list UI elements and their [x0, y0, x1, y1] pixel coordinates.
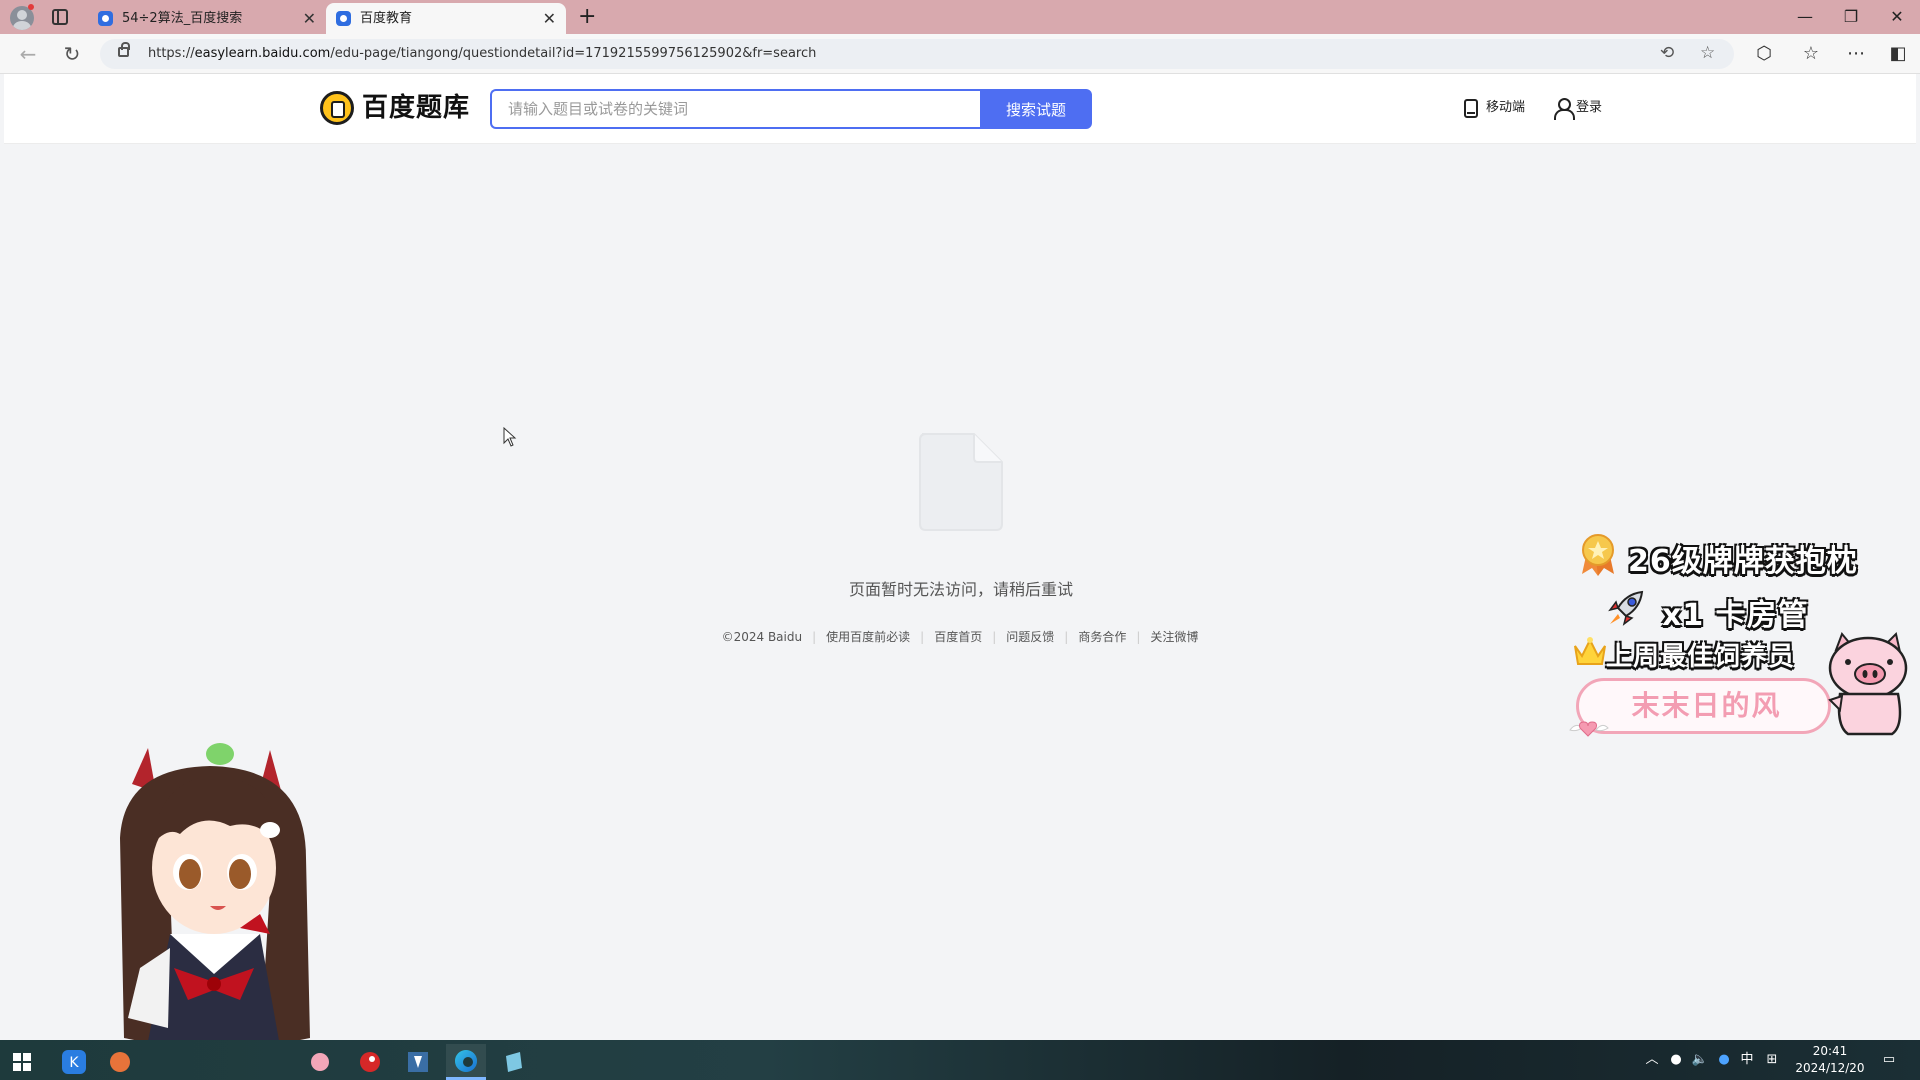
copyright-text: ©2024 Baidu [721, 630, 803, 644]
reload-icon[interactable]: ↻ [58, 40, 86, 68]
pig-mascot-icon [1828, 632, 1908, 736]
clock-date: 2024/12/20 [1795, 1061, 1865, 1075]
clock-time: 20:41 [1812, 1044, 1848, 1058]
baidu-paw-icon [98, 11, 113, 26]
mobile-link-label: 移动端 [1486, 100, 1526, 115]
login-link-label: 登录 [1576, 100, 1603, 115]
footer-link-readme[interactable]: 使用百度前必读 [826, 630, 910, 644]
logo-text: 百度题库 [362, 93, 471, 123]
login-link[interactable]: 登录 [1552, 96, 1602, 120]
phone-icon [1464, 99, 1478, 118]
url-text[interactable]: https://easylearn.baidu.com/edu-page/tia… [148, 39, 816, 69]
search-bar: 搜索试题 [490, 89, 1092, 129]
restore-icon[interactable]: ❐ [1828, 0, 1874, 34]
footer: ©2024 Baidu | 使用百度前必读 | 百度首页 | 问题反馈 | 商务合作 | 关注微博 [721, 630, 1199, 644]
profile-notification-dot [28, 4, 34, 10]
overlay-name: 末末日的风 [1631, 689, 1782, 722]
baidu-paw-icon [336, 11, 351, 26]
site-header: 百度题库 搜索试题 移动端 登录 [4, 74, 1916, 144]
new-tab-button[interactable]: + [578, 3, 596, 31]
game-app-icon[interactable] [100, 1044, 140, 1080]
error-message: 页面暂时无法访问，请稍后重试 [848, 580, 1073, 599]
mobile-link[interactable]: 移动端 [1462, 96, 1525, 120]
browser-tab-bar: 54÷2算法_百度搜索 ✕ 百度教育 ✕ + — ❐ ✕ [0, 0, 1920, 34]
footer-link-weibo[interactable]: 关注微博 [1150, 630, 1198, 644]
lock-icon[interactable] [118, 42, 130, 57]
back-icon[interactable]: ← [14, 40, 42, 68]
overlay-line-3: 上周最佳饲养员 [1606, 642, 1796, 672]
pink-app-icon[interactable] [300, 1044, 340, 1080]
favorites-icon[interactable]: ☆ [1797, 40, 1825, 68]
windows-start-icon[interactable] [2, 1044, 42, 1080]
tray-expand-icon[interactable]: ︿ [1642, 1040, 1662, 1080]
minimize-icon[interactable]: — [1782, 0, 1828, 34]
notepad-app-icon[interactable] [494, 1044, 534, 1080]
browser-toolbar: ← ↻ https://easylearn.baidu.com/edu-page… [0, 34, 1920, 74]
mouse-cursor-icon [503, 427, 517, 447]
tab-close-icon[interactable]: ✕ [303, 3, 316, 34]
system-clock[interactable]: 20:41 2024/12/20 [1780, 1043, 1880, 1077]
red-bird-app-icon[interactable] [350, 1044, 390, 1080]
tab-baidu-education[interactable]: 百度教育 ✕ [326, 3, 566, 34]
heart-wing-icon [1569, 721, 1609, 737]
kugou-app-icon[interactable]: K [54, 1044, 94, 1080]
search-button[interactable]: 搜索试题 [980, 89, 1092, 129]
more-menu-icon[interactable]: ⋯ [1842, 40, 1870, 68]
tray-kugou-icon[interactable]: ● [1714, 1040, 1734, 1080]
editor-app-icon[interactable] [398, 1044, 438, 1080]
sidebar-toggle-icon[interactable]: ◧ [1884, 40, 1912, 68]
notification-icon[interactable]: ▭ [1876, 1040, 1902, 1080]
tray-app-icon[interactable]: ● [1666, 1040, 1686, 1080]
medal-icon [1582, 534, 1614, 576]
read-aloud-icon[interactable]: ⟲ [1660, 43, 1674, 63]
footer-link-business[interactable]: 商务合作 [1078, 630, 1126, 644]
favorite-star-icon[interactable]: ☆ [1700, 43, 1715, 63]
rocket-icon [1608, 590, 1644, 626]
volume-icon[interactable]: 🔈 [1690, 1040, 1710, 1080]
footer-link-feedback[interactable]: 问题反馈 [1006, 630, 1054, 644]
tab-actions-icon[interactable] [52, 9, 68, 25]
document-icon [919, 433, 1003, 531]
address-bar[interactable]: https://easylearn.baidu.com/edu-page/tia… [100, 39, 1734, 69]
stream-overlay: 26级牌牌获抱枕 x1 卡房管 上周最佳饲养员 末末日的风 [1566, 530, 1920, 740]
overlay-line-2: x1 卡房管 [1662, 598, 1809, 633]
tiku-logo-icon [320, 91, 354, 125]
tab-title: 54÷2算法_百度搜索 [122, 11, 243, 26]
overlay-line-1: 26级牌牌获抱枕 [1628, 544, 1858, 579]
svg-text:K: K [69, 1055, 79, 1071]
user-icon [1554, 98, 1575, 120]
vtuber-avatar-image [120, 743, 310, 1080]
extensions-icon[interactable]: ⬡ [1750, 40, 1778, 68]
footer-link-home[interactable]: 百度首页 [934, 630, 982, 644]
tab-close-icon[interactable]: ✕ [543, 3, 556, 34]
crown-icon [1574, 637, 1606, 665]
ime-keyboard-icon[interactable]: ⊞ [1762, 1040, 1782, 1080]
overlay-name-badge: 末末日的风 [1576, 678, 1831, 734]
close-window-icon[interactable]: ✕ [1874, 0, 1920, 34]
search-input[interactable] [490, 89, 980, 129]
taskbar: K ︿ ● 🔈 ● 中 ⊞ 20:41 2024/12/20 ▭ [0, 1040, 1920, 1080]
tab-baidu-search[interactable]: 54÷2算法_百度搜索 ✕ [88, 3, 326, 34]
tab-title: 百度教育 [360, 11, 413, 26]
ime-indicator[interactable]: 中 [1736, 1040, 1758, 1080]
edge-browser-app-icon[interactable] [446, 1044, 486, 1080]
